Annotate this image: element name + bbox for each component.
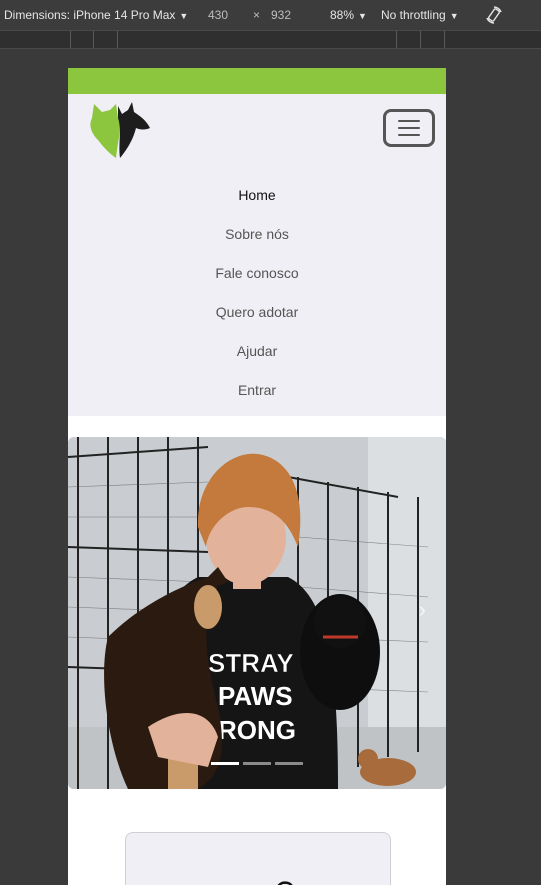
nav-item-ajudar[interactable]: Ajudar: [68, 332, 446, 371]
paws-icon: [277, 881, 293, 885]
svg-text:STRAY: STRAY: [208, 648, 294, 678]
cat-dog-logo-icon[interactable]: [88, 100, 152, 160]
hamburger-menu-button[interactable]: [383, 109, 435, 147]
device-viewport: Home Sobre nós Fale conosco Quero adotar…: [68, 68, 446, 885]
device-dimensions-label: Dimensions: iPhone 14 Pro Max: [4, 8, 176, 22]
main-nav: Home Sobre nós Fale conosco Quero adotar…: [68, 176, 446, 410]
chevron-down-icon: ▼: [358, 11, 367, 21]
info-card: [125, 832, 391, 885]
rotate-icon[interactable]: [484, 5, 504, 25]
hamburger-line: [398, 134, 420, 136]
site-header: Home Sobre nós Fale conosco Quero adotar…: [68, 94, 446, 416]
nav-item-sobre-nos[interactable]: Sobre nós: [68, 215, 446, 254]
height-input[interactable]: 932: [271, 8, 291, 22]
zoom-select[interactable]: 88% ▼: [330, 8, 367, 22]
media-query-ruler: [0, 30, 541, 49]
width-input[interactable]: 430: [208, 8, 228, 22]
hero-photo-woman-with-dogs: STRAY PAWS RONG: [68, 437, 446, 789]
chevron-down-icon: ▼: [449, 11, 459, 21]
chevron-down-icon: ▼: [179, 11, 189, 21]
zoom-label: 88%: [330, 8, 355, 22]
nav-item-quero-adotar[interactable]: Quero adotar: [68, 293, 446, 332]
carousel-indicator[interactable]: [211, 762, 239, 765]
nav-item-fale-conosco[interactable]: Fale conosco: [68, 254, 446, 293]
svg-text:PAWS: PAWS: [218, 681, 293, 711]
hero-carousel[interactable]: STRAY PAWS RONG ›: [68, 437, 446, 789]
carousel-indicators: [68, 762, 446, 765]
chevron-right-icon[interactable]: ›: [419, 597, 426, 623]
nav-item-home[interactable]: Home: [68, 176, 446, 215]
device-dimensions-select[interactable]: Dimensions: iPhone 14 Pro Max ▼: [4, 8, 188, 22]
svg-text:RONG: RONG: [218, 715, 296, 745]
hamburger-line: [398, 127, 420, 129]
throttling-label: No throttling: [381, 8, 446, 22]
nav-item-entrar[interactable]: Entrar: [68, 371, 446, 410]
hamburger-line: [398, 120, 420, 122]
devtools-toolbar: Dimensions: iPhone 14 Pro Max ▼ 430 × 932…: [0, 0, 541, 30]
throttling-select[interactable]: No throttling ▼: [381, 8, 459, 22]
carousel-indicator[interactable]: [243, 762, 271, 765]
carousel-indicator[interactable]: [275, 762, 303, 765]
times-sign: ×: [253, 8, 261, 22]
top-brand-bar: [68, 68, 446, 94]
